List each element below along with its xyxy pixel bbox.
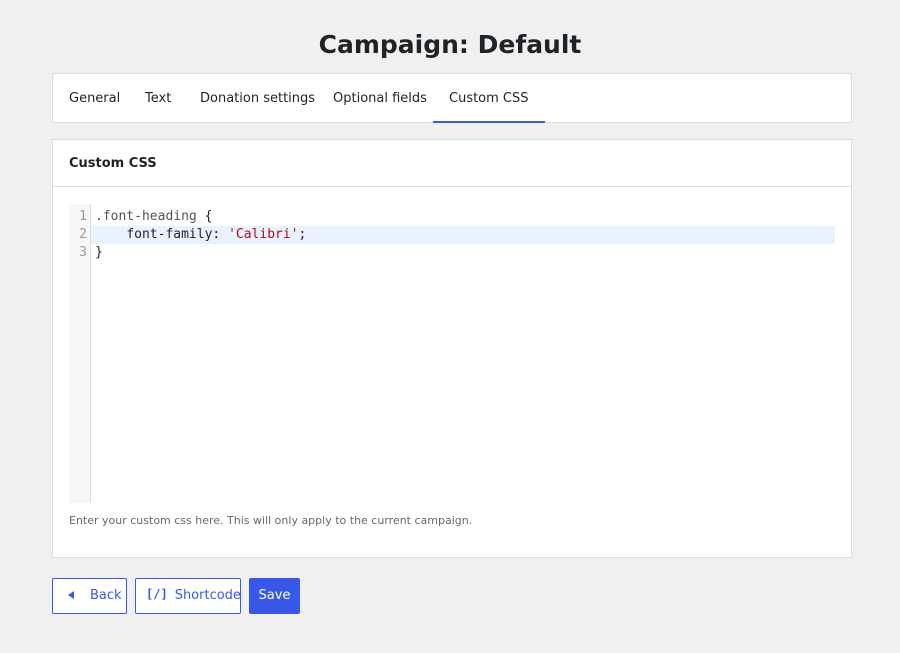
css-selector: .font-heading: [95, 209, 197, 224]
help-text: Enter your custom css here. This will on…: [69, 514, 473, 527]
code-line[interactable]: }: [91, 244, 835, 262]
tab-text[interactable]: Text: [145, 74, 171, 122]
line-number: 3: [79, 245, 87, 260]
semicolon: ;: [298, 227, 307, 242]
shortcode-button[interactable]: [/] Shortcode: [135, 578, 241, 614]
tab-optional-fields[interactable]: Optional fields: [333, 74, 427, 122]
open-brace: {: [196, 209, 213, 224]
shortcode-icon: [/]: [146, 587, 168, 601]
page-title: Campaign: Default: [318, 30, 582, 59]
tab-custom-css[interactable]: Custom CSS: [433, 74, 544, 123]
css-property: font-family:: [126, 227, 221, 242]
shortcode-button-label: Shortcode: [174, 588, 241, 603]
custom-css-panel: Custom CSS 1 2 3 .font-heading { font-fa…: [52, 139, 852, 558]
back-arrow-icon: [68, 590, 74, 599]
css-value: 'Calibri': [228, 227, 299, 242]
panel-title: Custom CSS: [53, 140, 851, 187]
line-number: 2: [79, 227, 87, 242]
back-button[interactable]: Back: [52, 578, 127, 614]
line-number: 1: [79, 209, 87, 224]
code-line-active[interactable]: font-family: 'Calibri';: [91, 226, 835, 244]
css-code-editor[interactable]: 1 2 3 .font-heading { font-family: 'Cali…: [69, 204, 835, 503]
tab-general[interactable]: General: [69, 74, 120, 122]
tab-donation-settings[interactable]: Donation settings: [200, 74, 315, 122]
save-button[interactable]: Save: [249, 578, 300, 614]
line-number-gutter: 1 2 3: [69, 204, 91, 503]
code-line[interactable]: .font-heading {: [91, 208, 835, 226]
tab-bar: General Text Donation settings Optional …: [52, 73, 852, 123]
back-button-label: Back: [90, 588, 122, 603]
close-brace: }: [95, 245, 103, 260]
